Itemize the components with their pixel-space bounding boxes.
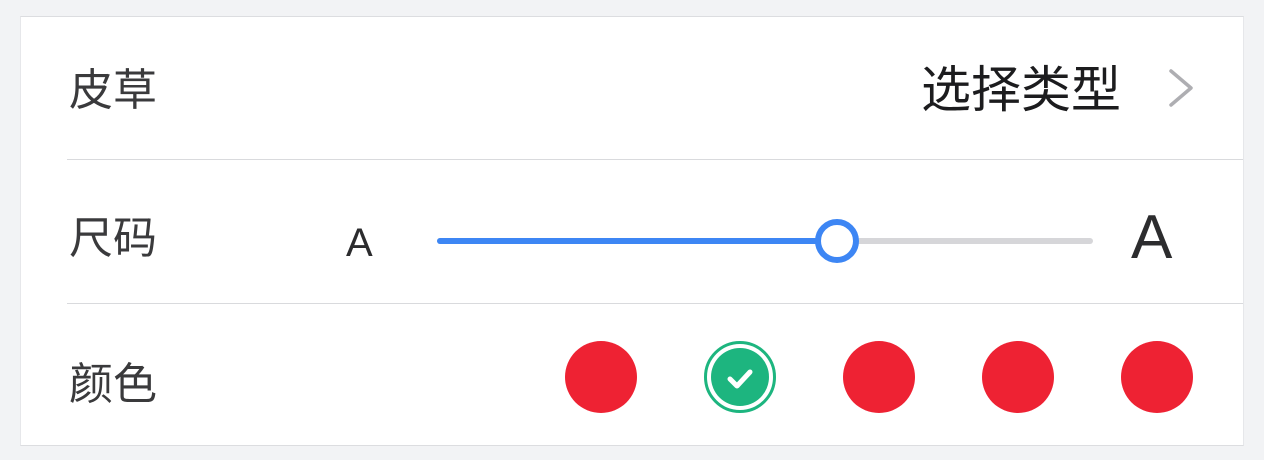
material-type-select[interactable]: 选择类型	[921, 65, 1121, 115]
slider-thumb[interactable]	[815, 219, 860, 263]
slider-track-fill	[437, 238, 838, 244]
check-icon	[727, 369, 753, 389]
product-options-card: 皮草 选择类型 尺码 A A 颜色	[20, 16, 1244, 446]
size-small-icon: A	[346, 221, 373, 265]
color-swatch[interactable]	[704, 341, 776, 413]
color-swatch-list	[565, 341, 1205, 413]
color-label: 颜色	[69, 359, 157, 410]
color-swatch[interactable]	[565, 341, 637, 413]
size-label: 尺码	[69, 213, 157, 264]
color-swatch[interactable]	[1121, 341, 1193, 413]
size-slider[interactable]	[437, 219, 1093, 263]
color-swatch[interactable]	[843, 341, 915, 413]
color-swatch[interactable]	[982, 341, 1054, 413]
size-large-icon: A	[1131, 203, 1173, 272]
material-label: 皮草	[69, 65, 157, 116]
material-row[interactable]: 皮草 选择类型	[21, 17, 1245, 159]
color-row: 颜色	[21, 303, 1245, 447]
size-row: 尺码 A A	[21, 159, 1245, 303]
chevron-right-icon[interactable]	[1165, 67, 1197, 109]
